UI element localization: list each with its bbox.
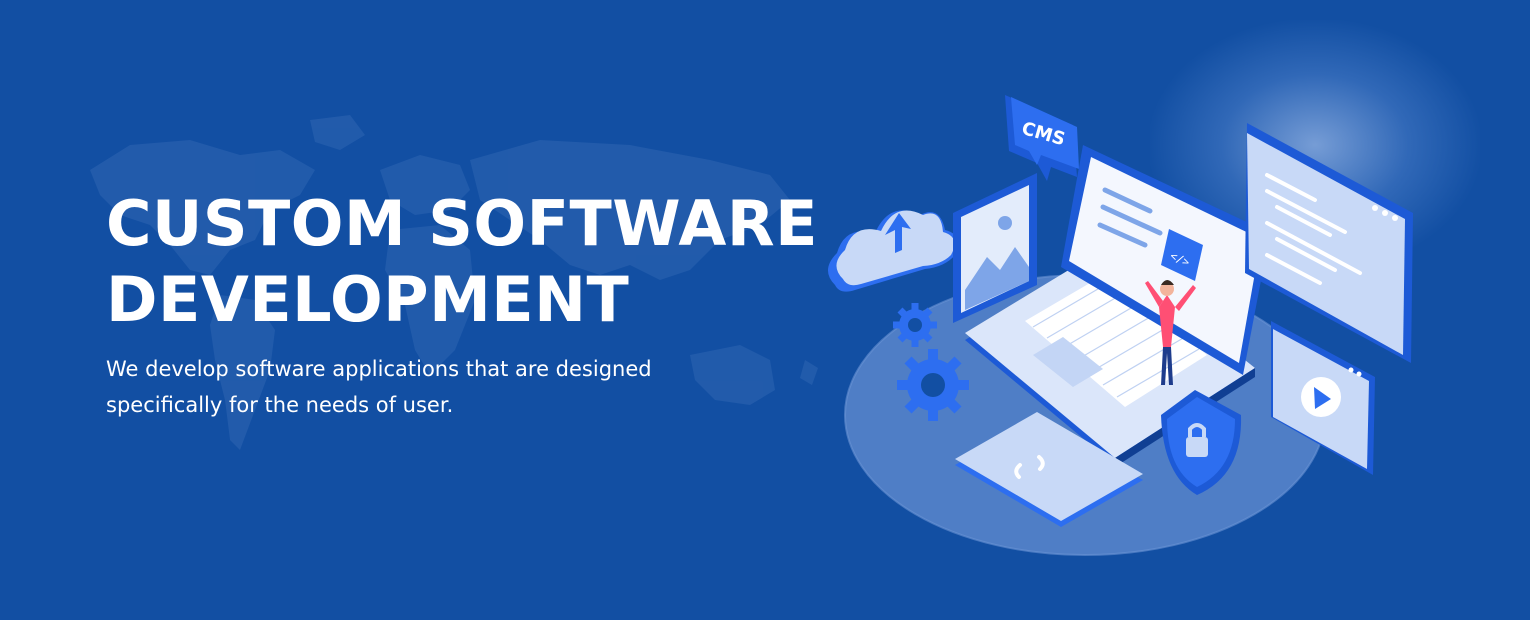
cms-bubble-icon: CMS [1005, 95, 1079, 181]
hero-banner: CUSTOM SOFTWARE DEVELOPMENT We develop s… [0, 0, 1530, 620]
page-subtitle: We develop software applications that ar… [106, 351, 766, 423]
subtitle-line-1: We develop software applications that ar… [106, 357, 652, 381]
title-line-2: DEVELOPMENT [106, 263, 630, 336]
page-title: CUSTOM SOFTWARE DEVELOPMENT [106, 186, 818, 338]
software-illustration: CMS </> [827, 95, 1413, 556]
subtitle-line-2: specifically for the needs of user. [106, 393, 454, 417]
cloud-upload-icon [827, 210, 959, 292]
title-line-1: CUSTOM SOFTWARE [106, 187, 818, 260]
